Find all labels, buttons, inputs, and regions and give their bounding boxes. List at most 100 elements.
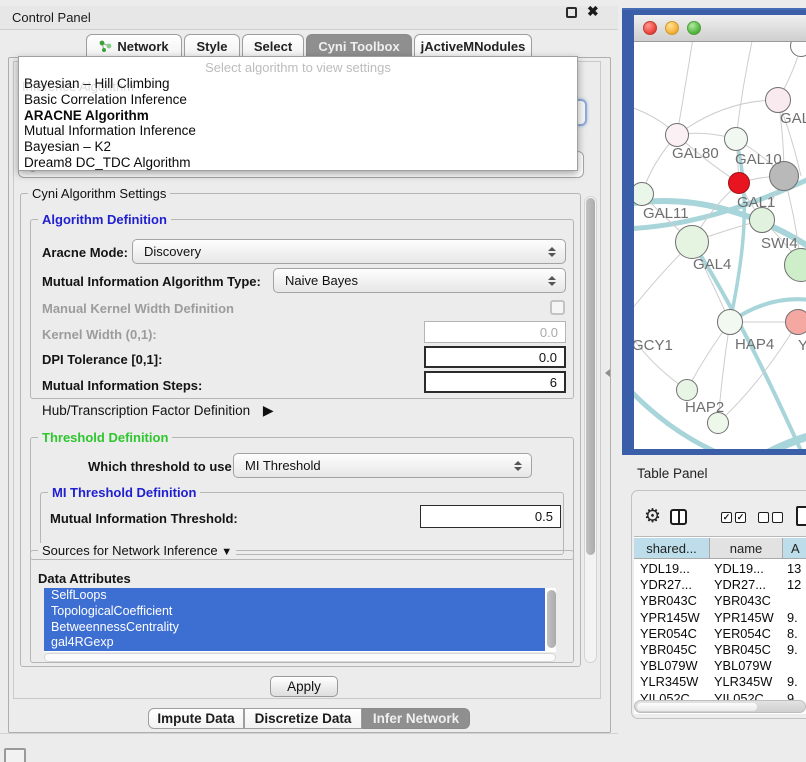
- aracne-mode-combo[interactable]: Discovery: [132, 239, 566, 264]
- popup-item-dream8[interactable]: Dream8 DC_TDC Algorithm: [19, 155, 577, 171]
- column-header-shared-name[interactable]: shared...: [634, 538, 710, 559]
- tab-select-label: Select: [254, 39, 292, 54]
- cell-name[interactable]: YBL079W: [710, 658, 783, 674]
- cell-value[interactable]: [783, 658, 806, 674]
- attributes-hscrollbar[interactable]: [44, 653, 556, 662]
- tab-network[interactable]: Network: [86, 34, 182, 58]
- which-threshold-combo[interactable]: MI Threshold: [233, 453, 532, 478]
- popup-item-basic-correlation[interactable]: Basic Correlation Inference: [19, 92, 577, 108]
- tab-infer-network[interactable]: Infer Network: [362, 708, 470, 729]
- column-header-partial[interactable]: A: [783, 538, 806, 559]
- data-attributes-label: Data Attributes: [38, 571, 131, 586]
- popup-item-bayesian-k2[interactable]: Bayesian – K2: [19, 139, 577, 155]
- network-canvas[interactable]: GAL GAL80 GAL10 GAL1 GAL11 SWI4 GAL4 GCY…: [634, 42, 806, 449]
- cell-name[interactable]: YDR27...: [710, 577, 783, 593]
- node-label-hap4: HAP4: [735, 336, 774, 353]
- network-node-selected-red[interactable]: [728, 172, 750, 194]
- table-row[interactable]: YBR045C YBR045C 9.: [634, 642, 806, 658]
- column-header-name[interactable]: name: [710, 538, 783, 559]
- float-icon[interactable]: [566, 7, 577, 18]
- popup-item-aracne[interactable]: ARACNE Algorithm: [19, 108, 577, 124]
- tab-style[interactable]: Style: [184, 34, 240, 58]
- tab-discretize-data-label: Discretize Data: [255, 711, 352, 726]
- tab-discretize-data[interactable]: Discretize Data: [244, 708, 362, 729]
- cell-shared-name[interactable]: YLR345W: [634, 674, 710, 690]
- cell-value[interactable]: 9.: [783, 610, 806, 626]
- tab-select[interactable]: Select: [242, 34, 304, 58]
- tab-cyni-toolbox[interactable]: Cyni Toolbox: [306, 34, 412, 58]
- table-row[interactable]: YDL19... YDL19... 13: [634, 561, 806, 577]
- cell-shared-name[interactable]: YBR045C: [634, 642, 710, 658]
- list-item-topologicalcoefficient[interactable]: TopologicalCoefficient: [44, 604, 545, 620]
- kernel-width-field[interactable]: 0.0: [424, 321, 566, 343]
- minimized-panel-icon[interactable]: [4, 748, 26, 762]
- cell-name[interactable]: YER054C: [710, 626, 783, 642]
- mi-type-combo[interactable]: Naive Bayes: [273, 268, 566, 293]
- hub-definition-toggle[interactable]: Hub/Transcription Factor Definition ▶: [42, 402, 274, 419]
- mi-steps-field[interactable]: 6: [424, 371, 566, 393]
- table-row[interactable]: YBL079W YBL079W: [634, 658, 806, 674]
- apply-button[interactable]: Apply: [270, 676, 338, 697]
- list-item-betweennesscentrality[interactable]: BetweennessCentrality: [44, 620, 545, 636]
- network-node-salmon[interactable]: [785, 309, 806, 335]
- network-view-frame[interactable]: GAL GAL80 GAL10 GAL1 GAL11 SWI4 GAL4 GCY…: [622, 8, 806, 455]
- threshold-definition-title: Threshold Definition: [38, 430, 172, 445]
- table-row[interactable]: YPR145W YPR145W 9.: [634, 610, 806, 626]
- cell-name[interactable]: YDL19...: [710, 561, 783, 577]
- table-row[interactable]: YBR043C YBR043C: [634, 593, 806, 609]
- close-icon[interactable]: ✖: [587, 3, 599, 20]
- deselect-all-icon-2[interactable]: [772, 512, 783, 523]
- settings-scrollbar-thumb[interactable]: [586, 198, 595, 555]
- gear-icon[interactable]: ⚙: [644, 505, 661, 527]
- network-node-gal10[interactable]: [724, 127, 748, 151]
- splitter-collapse-icon[interactable]: [605, 369, 610, 377]
- list-item-selfloops[interactable]: SelfLoops: [44, 588, 545, 604]
- tab-impute-data[interactable]: Impute Data: [148, 708, 244, 729]
- network-node-hap4[interactable]: [717, 309, 743, 335]
- kernel-width-value: 0.0: [540, 325, 558, 340]
- cell-name[interactable]: YBR045C: [710, 642, 783, 658]
- select-all-icon[interactable]: ✓: [721, 512, 732, 523]
- cell-name[interactable]: YLR345W: [710, 674, 783, 690]
- table-row[interactable]: YER054C YER054C 8.: [634, 626, 806, 642]
- sources-group-title[interactable]: Sources for Network Inference ▼: [38, 543, 236, 558]
- cell-value[interactable]: 9.: [783, 674, 806, 690]
- network-node-gal80[interactable]: [665, 123, 689, 147]
- close-traffic-light-icon[interactable]: [643, 21, 657, 35]
- cell-name[interactable]: YPR145W: [710, 610, 783, 626]
- zoom-traffic-light-icon[interactable]: [687, 21, 701, 35]
- manual-kernel-checkbox[interactable]: [550, 300, 565, 315]
- table-hscrollbar-thumb[interactable]: [637, 703, 757, 711]
- cell-value[interactable]: [783, 593, 806, 609]
- tab-jactivemnodules[interactable]: jActiveMNodules: [414, 34, 532, 58]
- cell-shared-name[interactable]: YPR145W: [634, 610, 710, 626]
- apply-button-label: Apply: [287, 679, 321, 694]
- cell-shared-name[interactable]: YER054C: [634, 626, 710, 642]
- popup-item-mutual-information[interactable]: Mutual Information Inference: [19, 123, 577, 139]
- minimize-traffic-light-icon[interactable]: [665, 21, 679, 35]
- table-hscrollbar-track[interactable]: [634, 700, 806, 713]
- deselect-all-icon[interactable]: [758, 512, 769, 523]
- cell-shared-name[interactable]: YDR27...: [634, 577, 710, 593]
- network-node-gal4[interactable]: [675, 225, 709, 259]
- tab-infer-network-label: Infer Network: [373, 711, 459, 726]
- cell-shared-name[interactable]: YBL079W: [634, 658, 710, 674]
- cell-value[interactable]: 13: [783, 561, 806, 577]
- cell-value[interactable]: 8.: [783, 626, 806, 642]
- network-window-titlebar[interactable]: [634, 15, 806, 42]
- table-row[interactable]: YDR27... YDR27... 12: [634, 577, 806, 593]
- dpi-tolerance-field[interactable]: 0.0: [424, 346, 566, 368]
- document-icon[interactable]: [796, 506, 806, 526]
- cell-value[interactable]: 12: [783, 577, 806, 593]
- cell-name[interactable]: YBR043C: [710, 593, 783, 609]
- split-columns-icon[interactable]: [670, 509, 687, 525]
- cell-shared-name[interactable]: YBR043C: [634, 593, 710, 609]
- cell-value[interactable]: 9.: [783, 642, 806, 658]
- table-row[interactable]: YLR345W YLR345W 9.: [634, 674, 806, 690]
- attributes-scrollbar-thumb[interactable]: [547, 590, 556, 648]
- network-node-hap2[interactable]: [676, 379, 698, 401]
- cell-shared-name[interactable]: YDL19...: [634, 561, 710, 577]
- select-all-icon-2[interactable]: ✓: [735, 512, 746, 523]
- mi-threshold-field[interactable]: 0.5: [420, 505, 561, 528]
- list-item-gal4rgexp[interactable]: gal4RGexp: [44, 635, 545, 651]
